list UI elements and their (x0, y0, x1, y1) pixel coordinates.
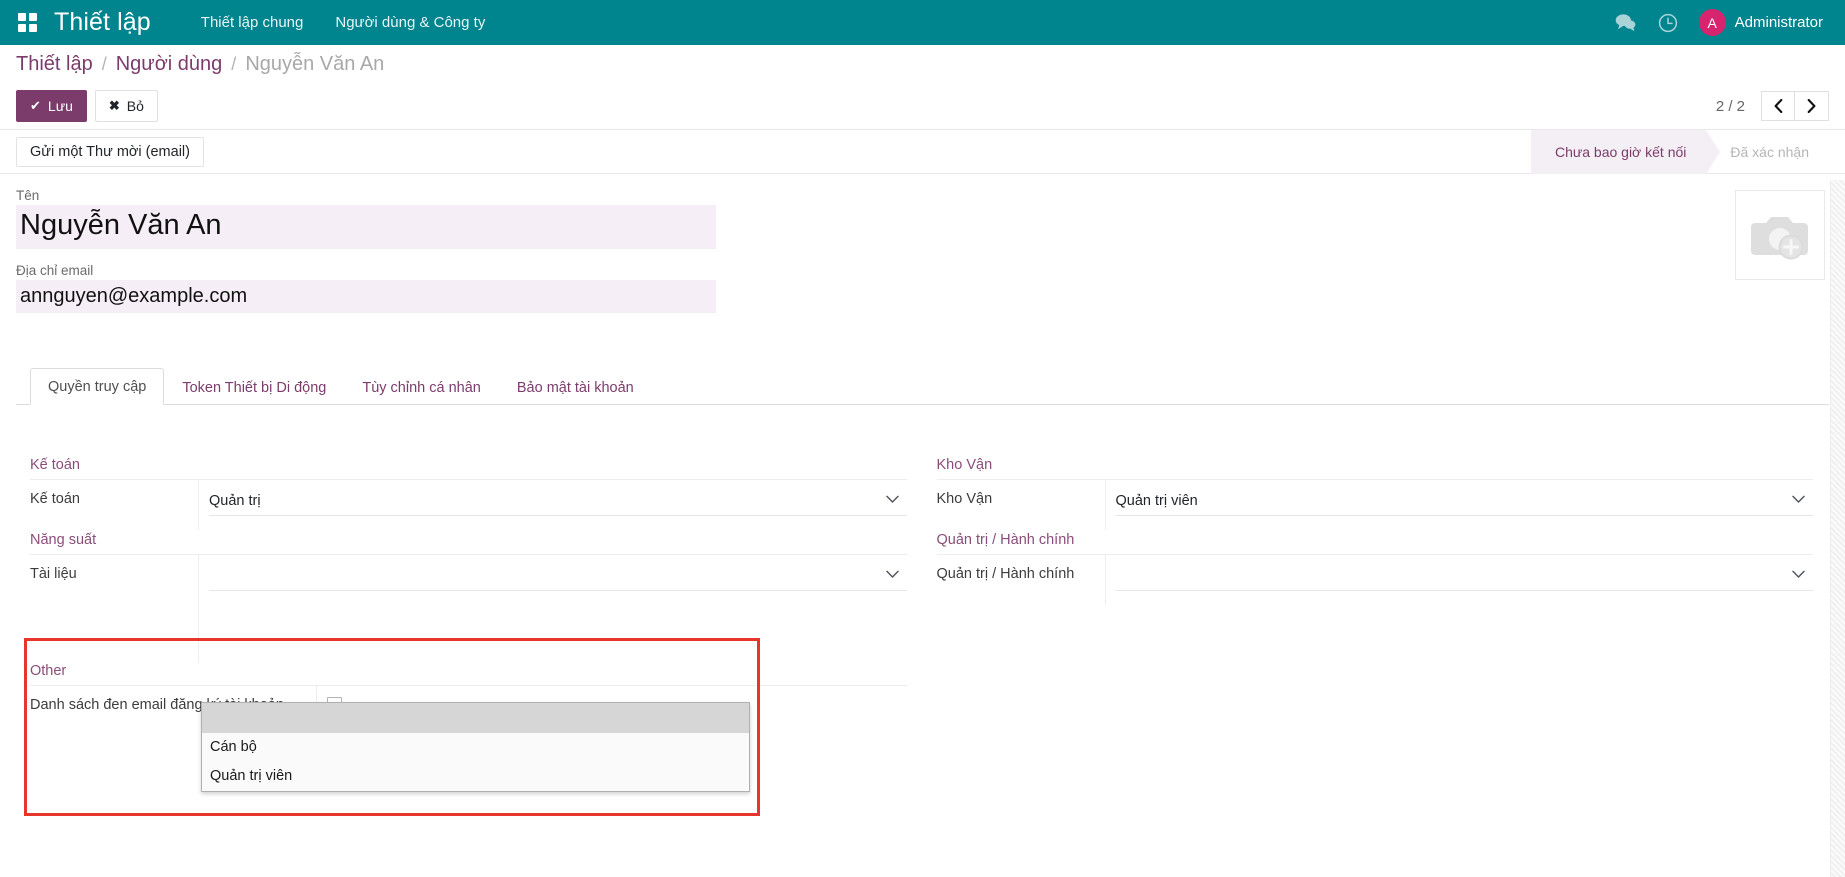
breadcrumb-separator-2: / (231, 54, 236, 75)
group-inventory-title: Kho Vận (937, 457, 1814, 480)
vertical-scrollbar[interactable] (1830, 180, 1845, 877)
messaging-button[interactable] (1605, 2, 1647, 44)
breadcrumb: Thiết lập / Người dùng / Nguyễn Văn An (16, 53, 384, 76)
pager-next-button[interactable] (1795, 91, 1829, 121)
group-productivity: Năng suất Tài liệu (30, 532, 907, 663)
tab-mobile-device-token[interactable]: Token Thiết bị Di động (164, 369, 344, 405)
avatar: A (1699, 9, 1726, 36)
chevron-right-icon (1807, 99, 1816, 113)
record-pager: 2 / 2 (1716, 91, 1829, 121)
discard-button-label: Bỏ (127, 96, 144, 116)
breadcrumb-current-record: Nguyễn Văn An (245, 53, 384, 76)
send-invitation-email-button[interactable]: Gửi một Thư mời (email) (16, 137, 204, 167)
field-name-label: Tên (16, 188, 716, 203)
clock-icon (1658, 13, 1678, 33)
user-name-label: Administrator (1735, 14, 1823, 31)
field-documents-value-cell (198, 555, 907, 663)
pager-counter: 2 / 2 (1716, 98, 1745, 115)
email-input[interactable] (16, 280, 716, 313)
field-name: Tên (16, 188, 716, 249)
field-inventory-value-cell: Quản trị viên (1105, 480, 1814, 530)
field-accounting-label: Kế toán (30, 480, 198, 530)
form-sheet: Tên Địa chỉ email Quyền t (0, 174, 1845, 736)
action-buttons-row: ✔ Lưu ✖ Bỏ 2 / 2 (16, 83, 1829, 129)
documents-select-value (209, 562, 907, 591)
dropdown-option-empty[interactable] (202, 703, 749, 733)
field-administration-label: Quản trị / Hành chính (937, 555, 1105, 605)
field-row-documents: Tài liệu (30, 555, 907, 663)
dropdown-option-officer[interactable]: Cán bộ (202, 733, 749, 762)
groups-column-left: Kế toán Kế toán Quản trị (16, 457, 923, 736)
documents-select-dropdown[interactable]: Cán bộ Quản trị viên (201, 702, 750, 792)
dropdown-option-administrator[interactable]: Quản trị viên (202, 762, 749, 791)
pager-previous-button[interactable] (1761, 91, 1795, 121)
tab-access-rights[interactable]: Quyền truy cập (30, 368, 164, 405)
pager-buttons (1761, 91, 1829, 121)
app-root: Thiết lập Thiết lập chung Người dùng & C… (0, 0, 1845, 877)
avatar-upload-button[interactable] (1735, 190, 1825, 280)
status-stage-bar: Chưa bao giờ kết nối Đã xác nhận (1531, 130, 1829, 174)
apps-menu-button[interactable] (10, 6, 44, 40)
statusbar-row: Gửi một Thư mời (email) Chưa bao giờ kết… (0, 130, 1845, 174)
check-icon: ✔ (30, 97, 41, 116)
status-stage-label: Chưa bao giờ kết nối (1555, 144, 1686, 160)
field-accounting-value-cell: Quản trị (198, 480, 907, 530)
notebook-tabs: Quyền truy cập Token Thiết bị Di động Tù… (16, 367, 1829, 405)
field-row-inventory: Kho Vận Quản trị viên (937, 480, 1814, 530)
user-menu[interactable]: A Administrator (1689, 7, 1827, 38)
app-brand-title[interactable]: Thiết lập (54, 8, 151, 37)
accounting-select-value: Quản trị (209, 487, 907, 516)
activity-button[interactable] (1647, 2, 1689, 44)
tab-personal-preferences[interactable]: Tùy chỉnh cá nhân (344, 369, 499, 405)
top-navbar: Thiết lập Thiết lập chung Người dùng & C… (0, 0, 1845, 45)
access-rights-groups: Kế toán Kế toán Quản trị (16, 405, 1829, 736)
breadcrumb-item-settings[interactable]: Thiết lập (16, 53, 93, 76)
status-stage-confirmed[interactable]: Đã xác nhận (1706, 130, 1829, 174)
documents-select[interactable] (209, 562, 907, 591)
administration-select[interactable] (1116, 562, 1814, 591)
header-fields: Tên Địa chỉ email (16, 188, 1829, 327)
save-button-label: Lưu (48, 96, 73, 116)
field-email: Địa chỉ email (16, 263, 716, 313)
inventory-select-value: Quản trị viên (1116, 487, 1814, 516)
field-row-accounting: Kế toán Quản trị (30, 480, 907, 530)
group-productivity-title: Năng suất (30, 532, 907, 555)
group-administration-title: Quản trị / Hành chính (937, 532, 1814, 555)
save-button[interactable]: ✔ Lưu (16, 90, 87, 122)
navbar-item-general-settings[interactable]: Thiết lập chung (185, 10, 320, 35)
field-inventory-label: Kho Vận (937, 480, 1105, 530)
status-stage-label: Đã xác nhận (1730, 144, 1809, 160)
chevron-left-icon (1774, 99, 1783, 113)
administration-select-value (1116, 562, 1814, 591)
accounting-select[interactable]: Quản trị (209, 487, 907, 516)
group-accounting: Kế toán Kế toán Quản trị (30, 457, 907, 530)
control-panel: Thiết lập / Người dùng / Nguyễn Văn An ✔… (0, 45, 1845, 130)
breadcrumb-item-users[interactable]: Người dùng (116, 53, 223, 76)
header-fields-left: Tên Địa chỉ email (16, 188, 716, 327)
close-x-icon: ✖ (109, 97, 120, 116)
tab-account-security[interactable]: Bảo mật tài khoản (499, 369, 652, 405)
field-administration-value-cell (1105, 555, 1814, 605)
apps-grid-icon (18, 13, 37, 32)
field-email-label: Địa chỉ email (16, 263, 716, 278)
field-row-administration: Quản trị / Hành chính (937, 555, 1814, 605)
status-stage-never-connected[interactable]: Chưa bao giờ kết nối (1531, 130, 1706, 174)
groups-column-right: Kho Vận Kho Vận Quản trị viên (923, 457, 1830, 736)
breadcrumb-separator: / (102, 54, 107, 75)
navbar-item-users-companies[interactable]: Người dùng & Công ty (319, 10, 501, 35)
camera-plus-icon (1747, 207, 1813, 263)
field-documents-label: Tài liệu (30, 555, 198, 663)
navbar-right-group: A Administrator (1605, 2, 1827, 44)
group-inventory: Kho Vận Kho Vận Quản trị viên (937, 457, 1814, 530)
name-input[interactable] (16, 205, 716, 249)
inventory-select[interactable]: Quản trị viên (1116, 487, 1814, 516)
group-other-title: Other (30, 663, 907, 686)
breadcrumb-row: Thiết lập / Người dùng / Nguyễn Văn An (16, 45, 1829, 83)
group-accounting-title: Kế toán (30, 457, 907, 480)
group-administration: Quản trị / Hành chính Quản trị / Hành ch… (937, 532, 1814, 605)
chat-bubble-icon (1615, 13, 1636, 32)
discard-button[interactable]: ✖ Bỏ (95, 90, 158, 122)
